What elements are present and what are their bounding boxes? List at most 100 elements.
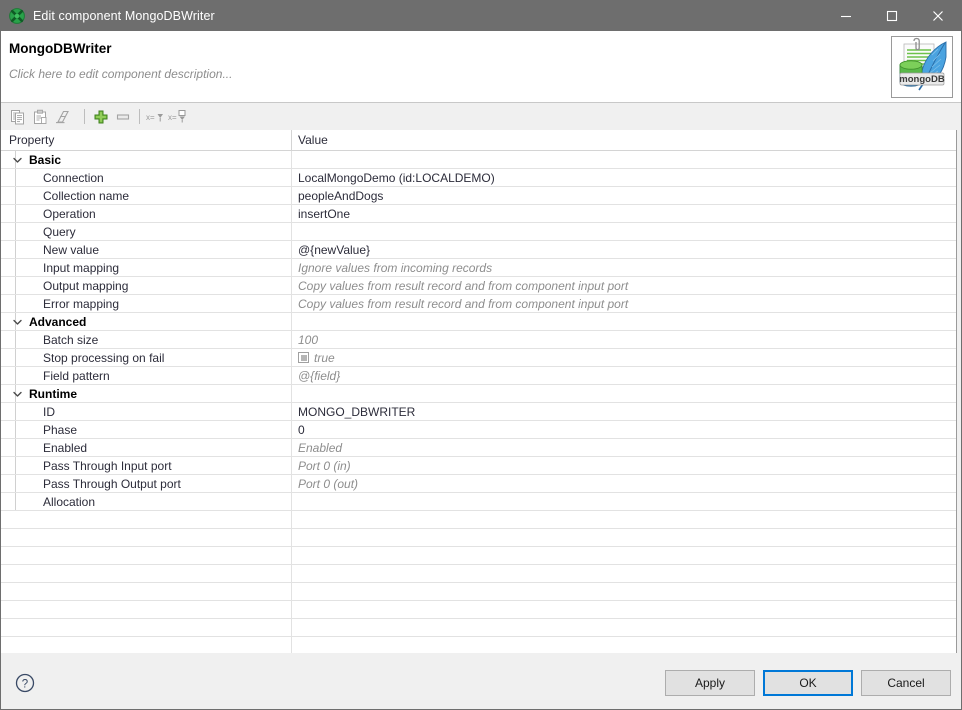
add-icon[interactable] [90, 106, 112, 128]
show-resolved-value-icon[interactable]: x= [167, 106, 189, 128]
value-cell[interactable] [292, 601, 956, 618]
property-cell[interactable] [1, 547, 292, 564]
property-cell[interactable]: Query [1, 223, 292, 240]
property-cell[interactable]: Advanced [1, 313, 292, 330]
property-cell[interactable]: Stop processing on fail [1, 349, 292, 366]
table-row[interactable]: Query [1, 223, 956, 241]
property-cell[interactable]: Field pattern [1, 367, 292, 384]
value-cell[interactable] [292, 385, 956, 402]
property-cell[interactable]: Connection [1, 169, 292, 186]
table-empty-row[interactable] [1, 565, 956, 583]
property-cell[interactable] [1, 637, 292, 653]
table-row[interactable]: ID MONGO_DBWRITER [1, 403, 956, 421]
help-icon[interactable]: ? [15, 673, 35, 693]
property-cell[interactable]: Runtime [1, 385, 292, 402]
property-cell[interactable]: Collection name [1, 187, 292, 204]
property-cell[interactable]: Basic [1, 151, 292, 168]
paste-icon[interactable] [29, 106, 51, 128]
table-empty-row[interactable] [1, 511, 956, 529]
property-cell[interactable]: Pass Through Input port [1, 457, 292, 474]
property-cell[interactable]: Pass Through Output port [1, 475, 292, 492]
value-cell[interactable] [292, 619, 956, 636]
table-row[interactable]: Allocation [1, 493, 956, 511]
remove-icon[interactable] [112, 106, 134, 128]
value-cell[interactable]: MONGO_DBWRITER [292, 403, 956, 420]
value-cell[interactable]: LocalMongoDemo (id:LOCALDEMO) [292, 169, 956, 186]
maximize-icon[interactable] [869, 0, 915, 31]
value-cell[interactable] [292, 223, 956, 240]
table-group-row[interactable]: Runtime [1, 385, 956, 403]
chevron-down-icon[interactable] [13, 389, 22, 398]
copy-icon[interactable] [7, 106, 29, 128]
value-cell[interactable] [292, 313, 956, 330]
title-bar[interactable]: Edit component MongoDBWriter [1, 0, 961, 31]
value-cell[interactable]: Port 0 (in) [292, 457, 956, 474]
value-cell[interactable]: insertOne [292, 205, 956, 222]
close-icon[interactable] [915, 0, 961, 31]
property-cell[interactable]: Phase [1, 421, 292, 438]
property-cell[interactable]: ID [1, 403, 292, 420]
value-cell[interactable]: @{field} [292, 367, 956, 384]
table-group-row[interactable]: Advanced [1, 313, 956, 331]
property-cell[interactable]: Input mapping [1, 259, 292, 276]
value-cell[interactable] [292, 529, 956, 546]
value-cell[interactable]: peopleAndDogs [292, 187, 956, 204]
table-row[interactable]: Input mapping Ignore values from incoming… [1, 259, 956, 277]
value-cell[interactable] [292, 583, 956, 600]
property-cell[interactable] [1, 529, 292, 546]
value-cell[interactable]: Copy values from result record and from … [292, 295, 956, 312]
checkbox-icon[interactable] [298, 352, 309, 363]
value-cell[interactable]: 0 [292, 421, 956, 438]
table-empty-row[interactable] [1, 619, 956, 637]
value-cell[interactable]: true [292, 349, 956, 366]
cancel-button[interactable]: Cancel [861, 669, 951, 696]
property-cell[interactable] [1, 601, 292, 618]
table-row[interactable]: New value @{newValue} [1, 241, 956, 259]
value-cell[interactable] [292, 547, 956, 564]
apply-button[interactable]: Apply [665, 669, 755, 696]
value-cell[interactable]: Copy values from result record and from … [292, 277, 956, 294]
column-header-property[interactable]: Property [1, 130, 292, 150]
table-empty-row[interactable] [1, 637, 956, 653]
description-field[interactable]: Click here to edit component description… [9, 67, 232, 81]
property-cell[interactable]: Error mapping [1, 295, 292, 312]
column-header-value[interactable]: Value [292, 130, 956, 150]
table-row[interactable]: Connection LocalMongoDemo (id:LOCALDEMO) [1, 169, 956, 187]
table-row[interactable]: Error mapping Copy values from result rec… [1, 295, 956, 313]
chevron-down-icon[interactable] [13, 317, 22, 326]
table-empty-row[interactable] [1, 547, 956, 565]
value-cell[interactable]: 100 [292, 331, 956, 348]
property-cell[interactable] [1, 583, 292, 600]
chevron-down-icon[interactable] [13, 155, 22, 164]
value-cell[interactable] [292, 493, 956, 510]
table-empty-row[interactable] [1, 583, 956, 601]
table-empty-row[interactable] [1, 601, 956, 619]
property-cell[interactable] [1, 565, 292, 582]
table-row[interactable]: Pass Through Output port Port 0 (out) [1, 475, 956, 493]
minimize-icon[interactable] [823, 0, 869, 31]
value-cell[interactable] [292, 565, 956, 582]
property-cell[interactable]: New value [1, 241, 292, 258]
table-row[interactable]: Stop processing on fail true [1, 349, 956, 367]
table-row[interactable]: Enabled Enabled [1, 439, 956, 457]
clear-icon[interactable] [51, 106, 73, 128]
property-table[interactable]: Property Value Basic Connection LocalMongo… [1, 130, 957, 653]
table-row[interactable]: Phase 0 [1, 421, 956, 439]
table-row[interactable]: Collection name peopleAndDogs [1, 187, 956, 205]
property-cell[interactable]: Operation [1, 205, 292, 222]
property-cell[interactable]: Batch size [1, 331, 292, 348]
property-cell[interactable]: Allocation [1, 493, 292, 510]
value-cell[interactable]: Port 0 (out) [292, 475, 956, 492]
value-cell[interactable] [292, 637, 956, 653]
table-row[interactable]: Output mapping Copy values from result re… [1, 277, 956, 295]
table-group-row[interactable]: Basic [1, 151, 956, 169]
value-cell[interactable]: @{newValue} [292, 241, 956, 258]
ok-button[interactable]: OK [763, 669, 853, 696]
property-cell[interactable]: Output mapping [1, 277, 292, 294]
table-row[interactable]: Pass Through Input port Port 0 (in) [1, 457, 956, 475]
property-cell[interactable]: Enabled [1, 439, 292, 456]
property-cell[interactable] [1, 619, 292, 636]
show-value-icon[interactable]: x= [145, 106, 167, 128]
value-cell[interactable] [292, 511, 956, 528]
property-cell[interactable] [1, 511, 292, 528]
